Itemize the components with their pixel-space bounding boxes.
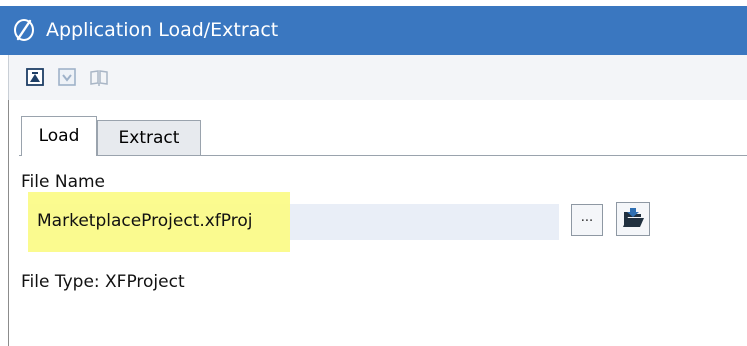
application-load-extract-window: Application Load/Extract Load Extract Fi… (0, 0, 747, 346)
title-bar: Application Load/Extract (0, 6, 747, 55)
load-icon[interactable] (24, 66, 46, 88)
file-name-value: MarketplaceProject.xfProj (37, 211, 253, 231)
book-icon[interactable] (88, 66, 110, 88)
file-type-label: File Type: XFProject (21, 272, 185, 292)
tab-divider (19, 155, 747, 156)
tab-extract[interactable]: Extract (97, 120, 201, 155)
main-panel: Load Extract File Name MarketplaceProjec… (8, 100, 747, 346)
onestream-logo-icon (14, 19, 34, 41)
toolbar (8, 55, 747, 100)
extract-icon[interactable] (56, 66, 78, 88)
browse-button[interactable]: ... (571, 204, 603, 236)
open-file-button[interactable] (616, 202, 650, 236)
open-folder-icon (623, 208, 644, 227)
window-title: Application Load/Extract (46, 19, 279, 41)
file-name-label: File Name (21, 172, 106, 192)
tab-load[interactable]: Load (21, 116, 97, 156)
